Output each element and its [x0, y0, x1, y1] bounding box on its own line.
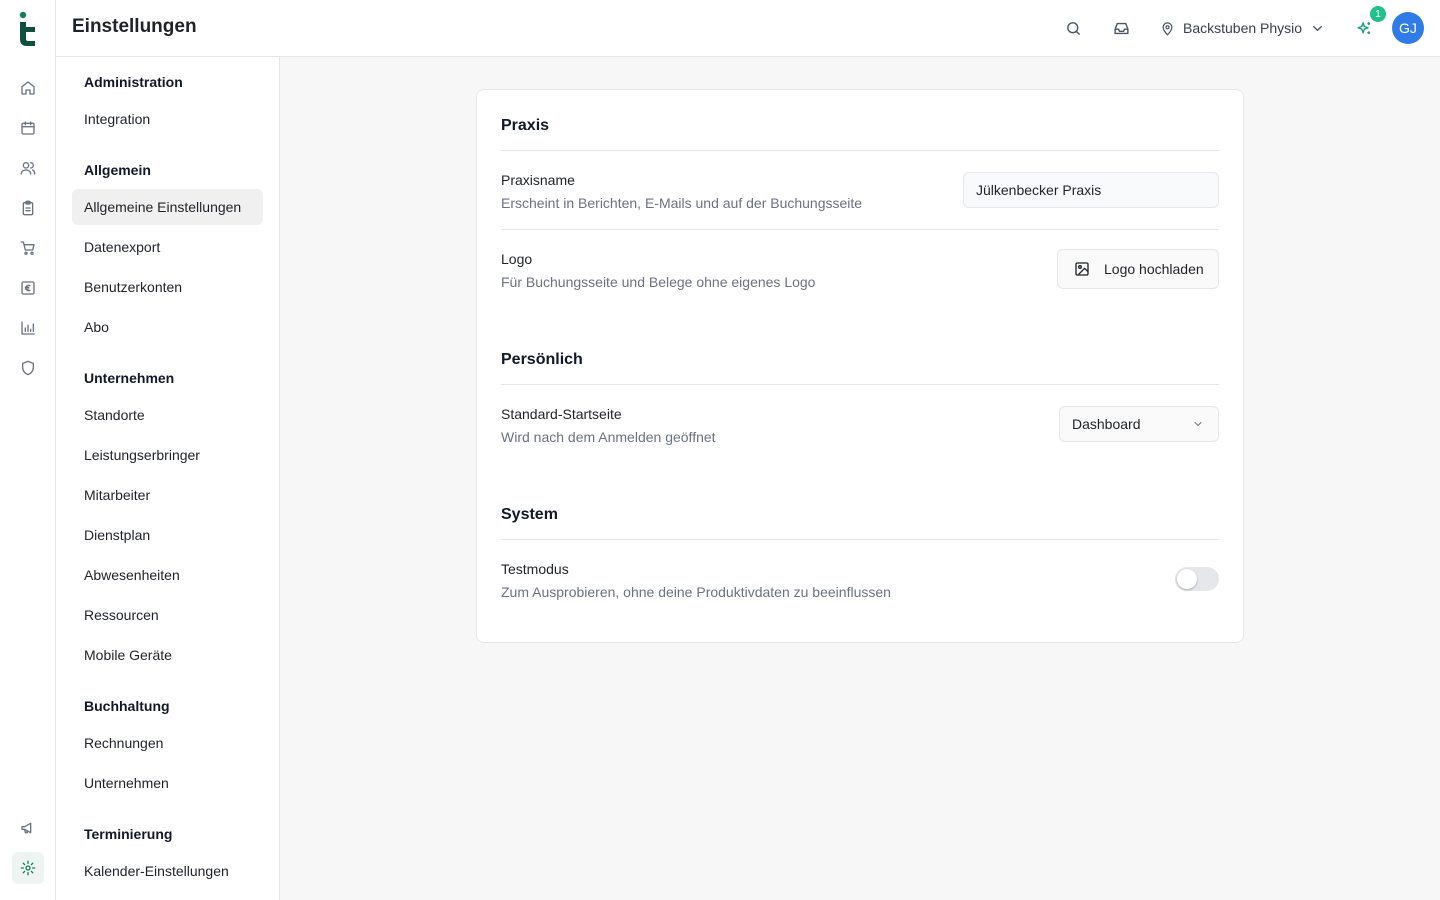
nav-item-standorte[interactable]: Standorte	[72, 397, 263, 433]
app-rail	[0, 0, 56, 900]
nav-item-unternehmen[interactable]: Unternehmen	[72, 765, 263, 801]
megaphone-icon	[21, 822, 32, 834]
nav-item-dienstplan[interactable]: Dienstplan	[72, 517, 263, 553]
rail-finance[interactable]	[12, 272, 44, 304]
inbox-icon	[1113, 22, 1129, 34]
section-divider	[501, 539, 1219, 540]
top-bar: Einstellungen Backstuben Physio 1 GJ	[56, 0, 1440, 57]
upload-logo-button[interactable]: Logo hochladen	[1057, 249, 1219, 289]
nav-item-abwesenheiten[interactable]: Abwesenheiten	[72, 557, 263, 593]
home-icon	[21, 81, 35, 95]
upload-logo-label: Logo hochladen	[1104, 261, 1204, 277]
location-name: Backstuben Physio	[1183, 20, 1303, 36]
chart-icon	[21, 321, 35, 335]
rail-settings[interactable]	[12, 852, 44, 884]
notification-badge: 1	[1370, 6, 1386, 22]
chevron-down-icon	[1313, 25, 1322, 31]
section-divider	[501, 150, 1219, 151]
praxisname-label: Praxisname	[501, 172, 575, 188]
calendar-icon	[21, 121, 35, 135]
nav-item-kalender-einstellungen[interactable]: Kalender-Einstellungen	[72, 853, 263, 889]
nav-item-leistungserbringer[interactable]: Leistungserbringer	[72, 437, 263, 473]
section-divider	[501, 384, 1219, 385]
sparkle-icon	[1356, 21, 1370, 34]
nav-item-allgemeine-einstellungen[interactable]: Allgemeine Einstellungen	[72, 189, 263, 225]
section-title-praxis: Praxis	[501, 117, 550, 134]
logo-description: Für Buchungsseite und Belege ohne eigene…	[501, 274, 816, 290]
users-icon	[20, 162, 36, 175]
startseite-value: Dashboard	[1072, 416, 1141, 432]
rail-home[interactable]	[12, 72, 44, 104]
nav-item-mitarbeiter[interactable]: Mitarbeiter	[72, 477, 263, 513]
page-title: Einstellungen	[72, 16, 197, 37]
nav-item-rechnungen[interactable]: Rechnungen	[72, 725, 263, 761]
nav-group-unternehmen: Unternehmen	[84, 370, 175, 386]
logo-label: Logo	[501, 251, 533, 267]
map-pin-icon	[1162, 21, 1173, 36]
rail-calendar[interactable]	[12, 112, 44, 144]
testmodus-label: Testmodus	[501, 561, 569, 577]
search-button[interactable]	[1061, 16, 1085, 40]
praxisname-input[interactable]	[963, 172, 1219, 208]
settings-nav: Administration Integration Allgemein All…	[56, 57, 280, 900]
section-title-system: System	[501, 506, 558, 523]
clipboard-icon	[22, 200, 34, 216]
location-selector[interactable]: Backstuben Physio	[1160, 16, 1325, 40]
rail-clipboard[interactable]	[12, 192, 44, 224]
testmodus-toggle[interactable]	[1175, 567, 1219, 591]
startseite-label: Standard-Startseite	[501, 406, 622, 422]
nav-item-benutzerkonten[interactable]: Benutzerkonten	[72, 269, 263, 305]
row-divider	[501, 229, 1219, 230]
startseite-select[interactable]: Dashboard	[1059, 406, 1219, 442]
nav-item-datenexport[interactable]: Datenexport	[72, 229, 263, 265]
rail-cart[interactable]	[12, 232, 44, 264]
testmodus-description: Zum Ausprobieren, ohne deine Produktivda…	[501, 584, 891, 600]
nav-group-administration: Administration	[84, 74, 183, 90]
nav-item-ressourcen[interactable]: Ressourcen	[72, 597, 263, 633]
inbox-button[interactable]	[1109, 16, 1133, 40]
search-icon	[1066, 21, 1080, 35]
shield-icon	[22, 360, 34, 376]
avatar[interactable]: GJ	[1392, 12, 1424, 44]
nav-item-integration[interactable]: Integration	[72, 101, 263, 137]
toggle-knob	[1177, 569, 1197, 589]
nav-group-allgemein: Allgemein	[84, 162, 151, 178]
nav-item-abo[interactable]: Abo	[72, 309, 263, 345]
image-icon	[1075, 262, 1089, 276]
rail-security[interactable]	[12, 352, 44, 384]
rail-announcements[interactable]	[12, 812, 44, 844]
nav-group-terminierung: Terminierung	[84, 826, 173, 842]
section-title-persoenlich: Persönlich	[501, 351, 583, 368]
rail-users[interactable]	[12, 152, 44, 184]
gear-icon	[20, 860, 36, 876]
app-logo	[19, 11, 35, 46]
settings-card: Praxis Praxisname Erscheint in Berichten…	[476, 89, 1244, 643]
rail-reports[interactable]	[12, 312, 44, 344]
chevron-down-icon	[1194, 422, 1202, 426]
praxisname-description: Erscheint in Berichten, E-Mails und auf …	[501, 195, 863, 211]
startseite-description: Wird nach dem Anmelden geöffnet	[501, 429, 716, 445]
euro-icon	[21, 281, 35, 295]
cart-icon	[20, 241, 35, 255]
nav-item-mobile-geraete[interactable]: Mobile Geräte	[72, 637, 263, 673]
nav-group-buchhaltung: Buchhaltung	[84, 698, 170, 714]
